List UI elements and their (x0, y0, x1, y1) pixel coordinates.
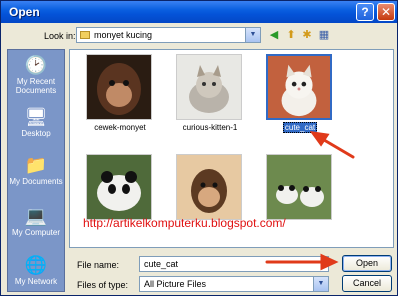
thumbnail-pandas (266, 154, 332, 220)
close-button[interactable]: ✕ (377, 3, 395, 21)
file-name: cewek-monyet (94, 123, 146, 132)
place-my-network[interactable]: 🌐 My Network (8, 254, 64, 286)
file-type-combo[interactable]: All Picture Files ▼ (139, 276, 329, 292)
title-bar[interactable]: Open ? ✕ (1, 1, 397, 23)
file-name: cute_cat (282, 122, 318, 133)
file-type-value: All Picture Files (144, 279, 207, 289)
file-name: curious-kitten-1 (182, 123, 238, 132)
my-documents-icon: 📁 (24, 155, 48, 175)
place-desktop[interactable]: 🖥 Desktop (8, 106, 64, 138)
thumbnail-monkey (86, 54, 152, 120)
look-in-combo[interactable]: monyet kucing ▼ (76, 27, 261, 43)
watermark-url: http://artikelkomputerku.blogspot.com/ (83, 216, 286, 230)
cancel-button[interactable]: Cancel (342, 275, 392, 292)
place-my-computer[interactable]: 💻 My Computer (8, 205, 64, 237)
places-bar: 🕑 My Recent Documents 🖥 Desktop 📁 My Doc… (7, 49, 65, 292)
my-computer-icon: 💻 (24, 206, 48, 226)
open-dialog: Open ? ✕ Look in: monyet kucing ▼ ◀ ⬆ ✱ … (0, 0, 398, 296)
thumbnail-kitten (176, 54, 242, 120)
views-icon[interactable]: ▦ (317, 28, 331, 42)
help-button[interactable]: ? (356, 3, 374, 21)
new-folder-icon[interactable]: ✱ (300, 28, 314, 42)
place-label: My Network (14, 277, 58, 286)
look-in-value: monyet kucing (94, 30, 153, 40)
chevron-down-icon[interactable]: ▼ (313, 277, 328, 291)
chevron-down-icon[interactable]: ▼ (245, 28, 260, 42)
place-my-documents[interactable]: 📁 My Documents (8, 154, 64, 186)
thumbnail-chimp (176, 154, 242, 220)
thumbnail-panda (86, 154, 152, 220)
place-label: My Computer (11, 228, 60, 237)
place-label: My Documents (9, 177, 63, 186)
dialog-title: Open (9, 5, 40, 19)
place-label: My Recent Documents (15, 77, 57, 95)
my-network-icon: 🌐 (24, 255, 48, 275)
file-type-label: Files of type: (77, 280, 129, 290)
look-in-label: Look in: (44, 31, 76, 41)
place-recent-documents[interactable]: 🕑 My Recent Documents (8, 54, 64, 95)
place-label: Desktop (21, 129, 51, 138)
open-button[interactable]: Open (342, 255, 392, 272)
desktop-icon: 🖥 (24, 107, 48, 127)
thumbnail-cute-cat (266, 54, 332, 120)
file-name-label: File name: (77, 260, 120, 270)
file-name-input[interactable]: cute_cat (139, 256, 329, 272)
recent-documents-icon: 🕑 (24, 55, 48, 75)
back-icon[interactable]: ◀ (267, 28, 281, 42)
folder-icon (80, 31, 90, 39)
up-folder-icon[interactable]: ⬆ (284, 28, 298, 42)
